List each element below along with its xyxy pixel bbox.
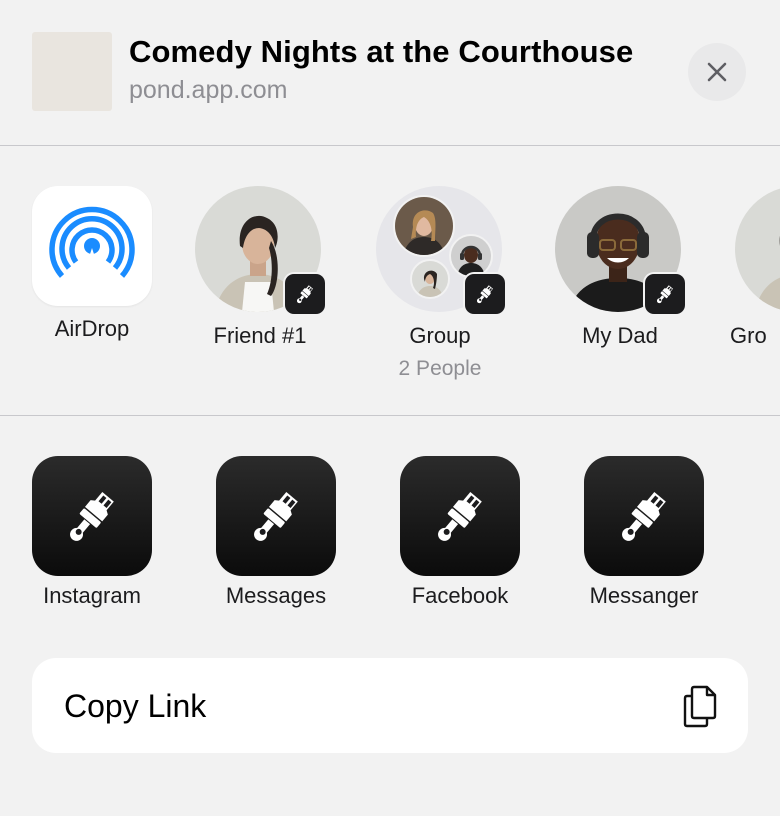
group-member-avatar bbox=[449, 234, 493, 278]
brush-icon bbox=[294, 283, 316, 305]
app-icon bbox=[400, 456, 520, 576]
airdrop-icon bbox=[49, 206, 135, 282]
copy-icon bbox=[683, 685, 717, 728]
link-thumbnail bbox=[32, 32, 112, 111]
brush-icon bbox=[62, 486, 122, 546]
app-icon bbox=[216, 456, 336, 576]
app-label: Instagram bbox=[43, 583, 141, 608]
brush-icon bbox=[614, 486, 674, 546]
app-label: Facebook bbox=[411, 583, 509, 608]
contact-label: Friend #1 bbox=[213, 323, 307, 348]
app-badge bbox=[285, 274, 325, 314]
close-icon bbox=[707, 62, 727, 82]
app-icon bbox=[584, 456, 704, 576]
apps-row: Instagram Messages Facebook Messanger bbox=[0, 416, 780, 646]
app-icon bbox=[32, 456, 152, 576]
avatar bbox=[735, 186, 780, 312]
brush-icon bbox=[654, 283, 676, 305]
contact-label: AirDrop bbox=[54, 316, 130, 341]
contact-label: My Dad bbox=[582, 323, 658, 348]
app-label: Messages bbox=[225, 583, 327, 608]
app-badge bbox=[645, 274, 685, 314]
group-member-avatar bbox=[393, 195, 455, 257]
contact-sublabel: 2 People bbox=[398, 357, 482, 380]
page-title: Comedy Nights at the Courthouse bbox=[129, 34, 634, 69]
brush-icon bbox=[430, 486, 490, 546]
airdrop-tile bbox=[32, 186, 152, 306]
brush-icon bbox=[474, 283, 496, 305]
close-button[interactable] bbox=[688, 43, 746, 101]
app-badge bbox=[465, 274, 505, 314]
brush-icon bbox=[246, 486, 306, 546]
contact-label: Gro bbox=[730, 323, 767, 348]
share-sheet-header: Comedy Nights at the Courthouse pond.app… bbox=[0, 0, 780, 145]
copy-link-button[interactable]: Copy Link bbox=[32, 658, 748, 753]
group-member-avatar bbox=[410, 259, 450, 299]
contact-label: Group bbox=[409, 323, 471, 348]
copy-link-label: Copy Link bbox=[64, 688, 207, 724]
page-url: pond.app.com bbox=[129, 76, 288, 104]
app-label: Messanger bbox=[589, 583, 699, 608]
contacts-row[interactable]: AirDrop Friend #1 Group 2 People My Dad … bbox=[0, 146, 780, 414]
